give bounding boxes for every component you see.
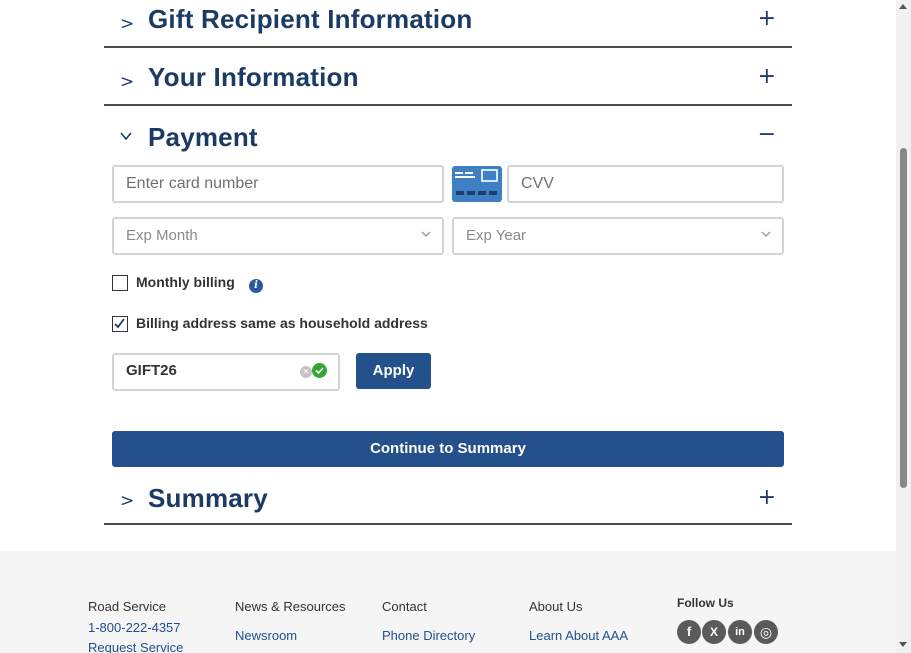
footer-link-phone-directory[interactable]: Phone Directory xyxy=(382,628,475,643)
cvv-input[interactable] xyxy=(509,167,782,201)
info-icon[interactable]: i xyxy=(249,279,263,293)
footer-heading-about: About Us xyxy=(529,599,583,614)
instagram-icon[interactable]: ◎ xyxy=(754,620,778,644)
section-title: Payment xyxy=(148,122,258,152)
exp-year-select[interactable]: Exp Year xyxy=(452,217,784,255)
chevron-down-icon xyxy=(421,231,431,237)
section-title: Summary xyxy=(148,483,268,513)
facebook-icon[interactable]: f xyxy=(677,620,701,644)
footer-heading-follow: Follow Us xyxy=(677,596,734,610)
footer-link-newsroom[interactable]: Newsroom xyxy=(235,628,297,643)
section-gift-recipient: > Gift Recipient Information + xyxy=(104,0,792,48)
x-icon[interactable]: X xyxy=(702,620,726,644)
card-number-input[interactable] xyxy=(114,167,442,201)
gift-recipient-header[interactable]: > Gift Recipient Information + xyxy=(104,0,792,46)
chevron-down-icon xyxy=(761,231,771,237)
monthly-billing-checkbox[interactable] xyxy=(112,275,128,291)
section-summary: > Summary + xyxy=(104,467,792,525)
footer-link-phone[interactable]: 1-800-222-4357 xyxy=(88,620,181,635)
footer-link-learn-about[interactable]: Learn About AAA xyxy=(529,628,628,643)
chevron-right-icon: > xyxy=(120,14,135,34)
payment-header[interactable]: Payment − xyxy=(104,106,792,162)
checkout-page: > Gift Recipient Information + > Your In… xyxy=(0,0,896,653)
section-your-information: > Your Information + xyxy=(104,48,792,106)
plus-icon[interactable]: + xyxy=(758,64,776,89)
footer-heading-news: News & Resources xyxy=(235,599,346,614)
billing-same-label[interactable]: Billing address same as household addres… xyxy=(136,315,428,331)
footer-heading-contact: Contact xyxy=(382,599,427,614)
scroll-down-arrow[interactable] xyxy=(899,642,907,647)
chevron-right-icon: > xyxy=(120,72,135,92)
linkedin-icon[interactable]: in xyxy=(728,620,752,644)
promo-code-field[interactable]: GIFT26 × xyxy=(112,353,340,391)
plus-icon[interactable]: + xyxy=(758,6,776,31)
chevron-down-icon xyxy=(120,126,132,146)
minus-icon[interactable]: − xyxy=(758,122,776,147)
vertical-scrollbar[interactable] xyxy=(896,0,911,653)
cvv-field[interactable] xyxy=(507,165,784,203)
apply-button[interactable]: Apply xyxy=(356,353,431,389)
section-title: Your Information xyxy=(148,62,359,92)
credit-card-icon xyxy=(452,166,502,202)
plus-icon[interactable]: + xyxy=(758,485,776,510)
continue-to-summary-button[interactable]: Continue to Summary xyxy=(112,431,784,467)
clear-icon[interactable]: × xyxy=(300,366,312,378)
check-circle-icon xyxy=(312,363,327,378)
chevron-right-icon: > xyxy=(120,491,135,511)
checkmark-icon xyxy=(114,318,125,329)
monthly-billing-label[interactable]: Monthly billing xyxy=(136,274,235,290)
your-information-header[interactable]: > Your Information + xyxy=(104,48,792,104)
footer-link-request-service[interactable]: Request Service xyxy=(88,640,183,653)
billing-same-checkbox[interactable] xyxy=(112,316,128,332)
section-title: Gift Recipient Information xyxy=(148,4,473,34)
footer-heading-road-service: Road Service xyxy=(88,599,167,614)
summary-header[interactable]: > Summary + xyxy=(104,467,792,523)
exp-month-select[interactable]: Exp Month xyxy=(112,217,444,255)
card-number-field[interactable] xyxy=(112,165,444,203)
exp-month-value: Exp Month xyxy=(126,227,198,244)
scroll-up-arrow[interactable] xyxy=(899,4,907,9)
scrollbar-thumb[interactable] xyxy=(900,148,907,488)
exp-year-value: Exp Year xyxy=(466,227,527,244)
promo-code-value: GIFT26 xyxy=(126,362,177,379)
